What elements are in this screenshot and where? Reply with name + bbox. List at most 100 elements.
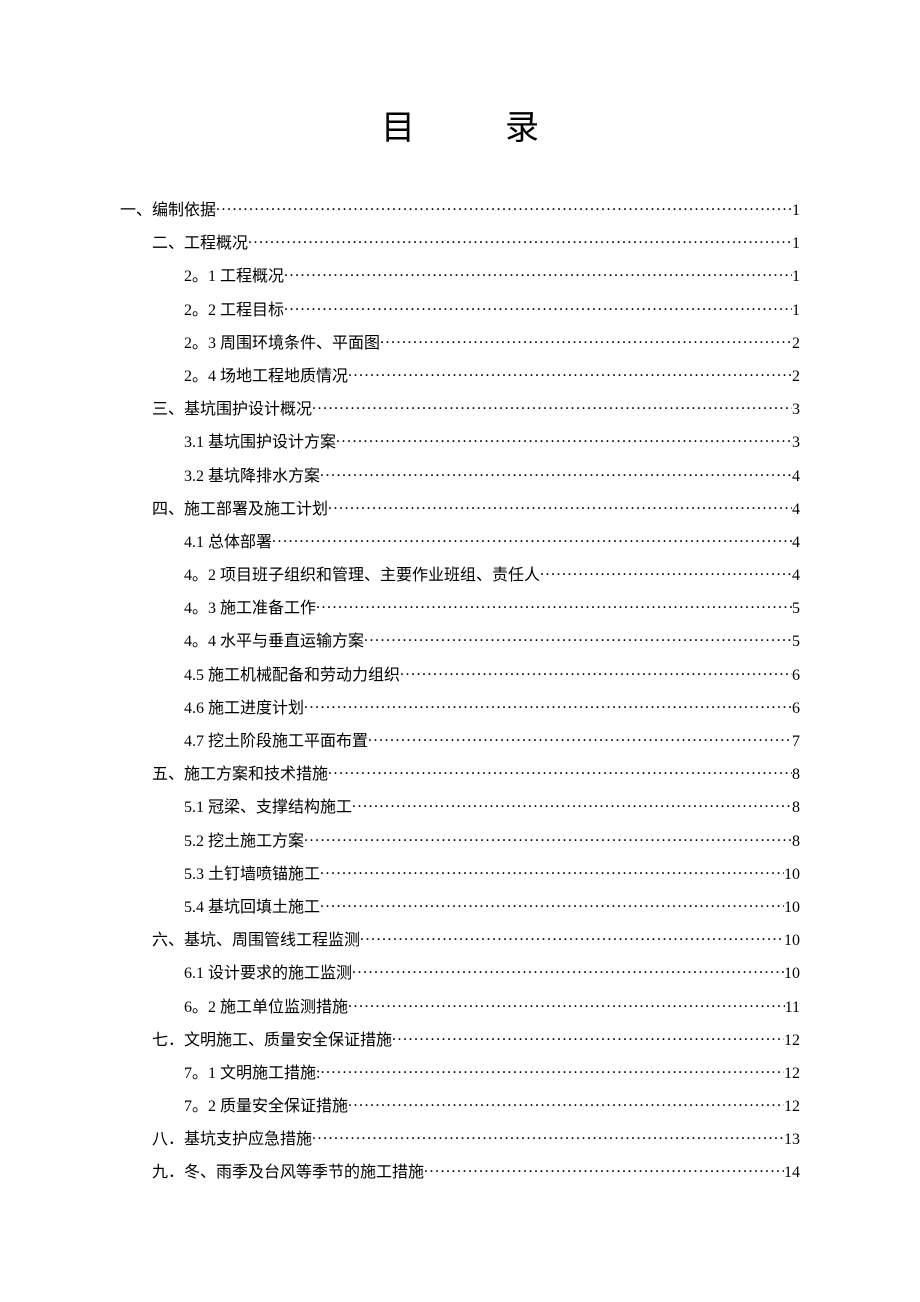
toc-entry-label: 7。1 文明施工措施: [184,1066,320,1082]
toc-entry-page: 4 [792,502,800,518]
toc-entry: 3.2 基坑降排水方案 4 [120,465,800,485]
toc-entry-page: 8 [792,834,800,850]
toc-leader-dots [216,199,792,215]
toc-leader-dots [380,332,792,348]
toc-entry-label: 4。2 项目班子组织和管理、主要作业班组、责任人 [184,568,540,584]
toc-leader-dots [348,365,792,381]
toc-entry-page: 6 [792,701,800,717]
toc-entry-label: 八．基坑支护应急措施 [152,1132,312,1148]
toc-entry-page: 13 [784,1132,800,1148]
toc-entry: 6.1 设计要求的施工监测 10 [120,962,800,982]
toc-entry-label: 6.1 设计要求的施工监测 [184,966,352,982]
toc-entry: 八．基坑支护应急措施 13 [120,1128,800,1148]
title-char-2: 录 [505,110,539,147]
toc-entry: 2。4 场地工程地质情况2 [120,365,800,385]
toc-leader-dots [304,830,792,846]
toc-entry: 6。2 施工单位监测措施 11 [120,996,800,1016]
toc-entry-label: 四、施工部署及施工计划 [152,502,328,518]
toc-entry: 三、基坑围护设计概况3 [120,398,800,418]
toc-entry-page: 11 [785,1000,800,1016]
toc-leader-dots [316,597,792,613]
toc-entry-page: 12 [784,1066,800,1082]
toc-entry-label: 5.4 基坑回填土施工 [184,900,320,916]
toc-leader-dots [320,1062,784,1078]
toc-entry: 2。1 工程概况 1 [120,265,800,285]
toc-entry-page: 3 [792,435,800,451]
toc-entry-page: 10 [784,966,800,982]
toc-leader-dots [360,929,784,945]
toc-entry: 4.6 施工进度计划 6 [120,697,800,717]
toc-entry: 2。2 工程目标 1 [120,299,800,319]
toc-entry: 3.1 基坑围护设计方案 3 [120,431,800,451]
toc-entry-page: 1 [792,303,800,319]
toc-entry-page: 4 [792,535,800,551]
toc-entry: 2。3 周围环境条件、平面图 2 [120,332,800,352]
toc-entry: 九．冬、雨季及台风等季节的施工措施14 [120,1161,800,1181]
toc-entry: 7。1 文明施工措施: 12 [120,1062,800,1082]
toc-entry: 5.1 冠梁、支撑结构施工 8 [120,796,800,816]
toc-entry-label: 3.1 基坑围护设计方案 [184,435,336,451]
toc-entry-label: 5.1 冠梁、支撑结构施工 [184,800,352,816]
toc-entry-label: 3.2 基坑降排水方案 [184,469,320,485]
toc-entry: 5.4 基坑回填土施工 10 [120,896,800,916]
toc-entry-label: 4.6 施工进度计划 [184,701,304,717]
toc-entry-page: 1 [792,269,800,285]
page-title: 目录 [120,100,800,149]
toc-leader-dots [424,1161,784,1177]
toc-entry-label: 2。2 工程目标 [184,303,284,319]
toc-entry: 七．文明施工、质量安全保证措施12 [120,1029,800,1049]
toc-entry-label: 一、编制依据 [120,203,216,219]
toc-leader-dots [328,498,792,514]
toc-entry-page: 1 [792,203,800,219]
toc-entry-label: 2。1 工程概况 [184,269,284,285]
toc-entry-page: 10 [784,867,800,883]
toc-entry-page: 2 [792,336,800,352]
toc-entry: 5.3 土钉墙喷锚施工 10 [120,863,800,883]
toc-entry-label: 2。3 周围环境条件、平面图 [184,336,380,352]
toc-leader-dots [348,996,785,1012]
toc-leader-dots [400,664,792,680]
toc-leader-dots [312,1128,784,1144]
toc-leader-dots [320,863,784,879]
toc-entry: 5.2 挖土施工方案 8 [120,830,800,850]
toc-entry-label: 三、基坑围护设计概况 [152,402,312,418]
toc-entry-page: 12 [784,1099,800,1115]
title-char-1: 目 [381,110,415,147]
toc-entry-label: 4。4 水平与垂直运输方案 [184,634,364,650]
toc-entry-label: 4.7 挖土阶段施工平面布置 [184,734,368,750]
toc-entry-label: 二、工程概况 [152,236,248,252]
toc-entry-page: 1 [792,236,800,252]
toc-leader-dots [284,265,792,281]
toc-entry-label: 九．冬、雨季及台风等季节的施工措施 [152,1165,424,1181]
toc-entry: 4.1 总体部署 4 [120,531,800,551]
toc-entry: 四、施工部署及施工计划 4 [120,498,800,518]
toc-entry: 4。3 施工准备工作5 [120,597,800,617]
toc-leader-dots [368,730,792,746]
toc-leader-dots [328,763,792,779]
toc-entry-label: 4.1 总体部署 [184,535,272,551]
toc-leader-dots [352,962,784,978]
toc-leader-dots [348,1095,784,1111]
toc-entry-page: 12 [784,1033,800,1049]
toc-entry-label: 2。4 场地工程地质情况 [184,369,348,385]
toc-leader-dots [284,299,792,315]
toc-leader-dots [352,796,792,812]
toc-entry-page: 5 [792,601,800,617]
toc-leader-dots [540,564,792,580]
toc-leader-dots [272,531,792,547]
toc-entry-page: 7 [792,734,800,750]
toc-entry-label: 六、基坑、周围管线工程监测 [152,933,360,949]
toc-entry-page: 10 [784,900,800,916]
toc-entry: 4.5 施工机械配备和劳动力组织6 [120,664,800,684]
toc-leader-dots [320,465,792,481]
toc-entry-page: 8 [792,800,800,816]
toc-entry-label: 5.2 挖土施工方案 [184,834,304,850]
toc-entry-page: 4 [792,469,800,485]
toc-entry-page: 4 [792,568,800,584]
toc-entry-label: 5.3 土钉墙喷锚施工 [184,867,320,883]
toc-entry: 4.7 挖土阶段施工平面布置 7 [120,730,800,750]
toc-entry: 六、基坑、周围管线工程监测10 [120,929,800,949]
toc-entry-label: 4.5 施工机械配备和劳动力组织 [184,668,400,684]
toc-entry-label: 6。2 施工单位监测措施 [184,1000,348,1016]
toc-entry: 4。2 项目班子组织和管理、主要作业班组、责任人 4 [120,564,800,584]
